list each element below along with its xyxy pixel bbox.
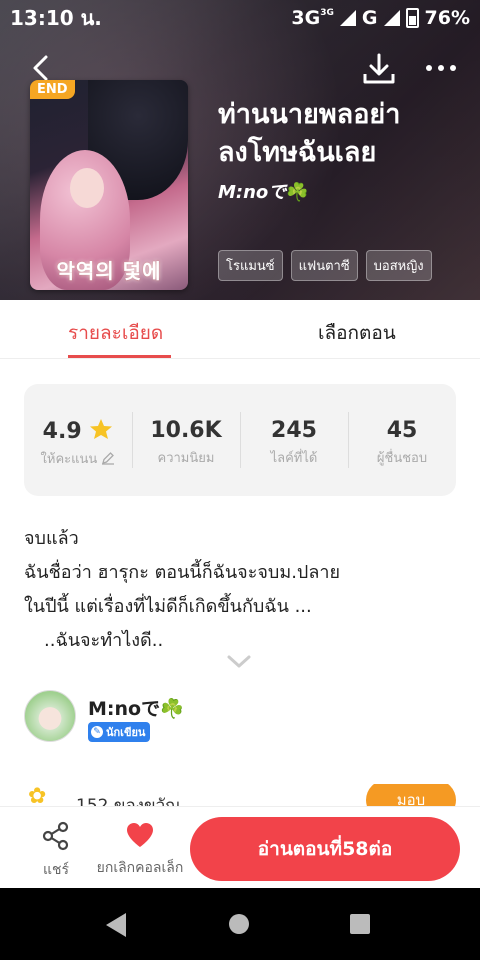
status-bar: 13:10 น. 3G 3G G 76% (0, 0, 480, 36)
uncollect-label: ยกเลิกคอลเล็ก (96, 860, 184, 876)
nav-back-icon[interactable] (106, 913, 126, 937)
signal-icon-2 (383, 10, 400, 26)
tab-bar: รายละเอียด เลือกตอน (0, 300, 480, 359)
pencil-icon (102, 452, 115, 465)
stat-fans-label: ผู้ชื่นชอบ (376, 451, 428, 466)
gift-button[interactable]: มอบ (366, 784, 456, 806)
synopsis-line: จบแล้ว (24, 528, 79, 549)
battery-level: 76% (424, 7, 470, 29)
battery-icon (405, 8, 419, 28)
rating-label: ให้คะแนน (40, 452, 98, 467)
share-button[interactable]: แชร์ (26, 821, 86, 881)
cover-art-face (70, 168, 104, 208)
book-title-line2: ลงโทษฉันเลย (218, 137, 377, 168)
status-icons: 3G 3G G 76% (291, 7, 470, 29)
book-author[interactable]: M:noで☘️ (218, 178, 309, 204)
share-label: แชร์ (42, 862, 70, 878)
author-row-name: M:noで☘️ (88, 694, 184, 721)
stat-likes-label: ไลค์ที่ได้ (270, 451, 318, 466)
tab-episodes[interactable]: เลือกตอน (318, 318, 396, 348)
rating-value: 4.9 (42, 419, 82, 444)
stats-card: 4.9 ให้คะแนน 10.6K ความนิยม 245 ไลค์ที่ไ… (24, 384, 456, 496)
clover-icon: ☘️ (286, 182, 309, 203)
back-arrow-icon[interactable] (28, 54, 56, 82)
system-nav-bar (0, 888, 480, 960)
more-options-icon[interactable] (424, 54, 458, 82)
download-icon[interactable] (362, 52, 396, 86)
gift-count: 152 ของขวัญ (76, 796, 180, 806)
uncollect-button[interactable]: ยกเลิกคอลเล็ก (92, 821, 188, 879)
genre-tags: โรแมนซ์ แฟนตาซี บอสหญิง (218, 250, 432, 281)
heart-icon (127, 823, 153, 847)
nav-recents-icon[interactable] (350, 914, 370, 934)
stat-rating-label: ให้คะแนน (24, 448, 132, 469)
stat-fans: 45 ผู้ชื่นชอบ (348, 384, 456, 496)
avatar[interactable] (24, 690, 76, 742)
tag-female-boss[interactable]: บอสหญิง (365, 250, 432, 281)
bottom-action-bar: แชร์ ยกเลิกคอลเล็ก อ่านตอนที่58ต่อ (0, 806, 480, 889)
stat-rating[interactable]: 4.9 ให้คะแนน (24, 384, 132, 496)
synopsis: จบแล้ว ฉันชื่อว่า ฮารุกะ ตอนนี้ก็ฉันจะจบ… (24, 522, 464, 658)
stat-likes-value: 245 (271, 418, 317, 443)
end-badge: END (30, 80, 75, 99)
book-cover: 악역의 덫에 (30, 80, 188, 290)
chevron-down-icon[interactable] (226, 654, 252, 670)
author-name: M:noで (218, 182, 287, 203)
network-label: 3G (291, 7, 321, 29)
book-title-line1: ท่านนายพลอย่า (218, 99, 401, 130)
synopsis-line: ในปีนี้ แต่เรื่องที่ไม่ดีก็เกิดขึ้นกับฉั… (24, 596, 312, 617)
stat-rating-value: 4.9 (24, 418, 132, 444)
stat-fans-value: 45 (386, 418, 418, 443)
network-small-label: 3G (320, 8, 334, 18)
writer-badge: ✎ นักเขียน (88, 722, 151, 742)
cover-title: 악역의 덫에 (56, 259, 162, 283)
stat-popularity-label: ความนิยม (157, 451, 215, 466)
writer-badge-label: นักเขียน (106, 726, 146, 739)
tag-romance[interactable]: โรแมนซ์ (218, 250, 283, 281)
status-time: 13:10 น. (10, 6, 102, 30)
author-row[interactable]: M:noで☘️ ✎ นักเขียน (24, 690, 464, 742)
tab-details[interactable]: รายละเอียด (68, 318, 163, 348)
tag-fantasy[interactable]: แฟนตาซี (290, 250, 358, 281)
network2-label: G (361, 7, 378, 29)
author-row-name-text: M:noで (88, 698, 161, 720)
writer-badge-icon: ✎ (91, 726, 103, 738)
book-title: ท่านนายพลอย่า ลงโทษฉันเลย (218, 96, 458, 172)
active-tab-indicator (68, 355, 171, 358)
synopsis-line: ..ฉันจะทำไงดี.. (44, 630, 164, 651)
star-icon (90, 419, 113, 439)
stat-popularity-value: 10.6K (150, 418, 222, 443)
signal-icon (339, 10, 356, 26)
stat-likes: 245 ไลค์ที่ได้ (240, 384, 348, 496)
synopsis-line: ฉันชื่อว่า ฮารุกะ ตอนนี้ก็ฉันจะจบม.ปลาย (24, 562, 341, 583)
share-icon (42, 821, 69, 851)
stat-popularity: 10.6K ความนิยม (132, 384, 240, 496)
flower-icon: ✿ (28, 784, 47, 807)
gift-row: ✿ 152 ของขวัญ มอบ (24, 784, 464, 806)
continue-reading-button[interactable]: อ่านตอนที่58ต่อ (190, 817, 460, 881)
nav-home-icon[interactable] (229, 914, 249, 934)
clover-icon: ☘️ (160, 698, 184, 720)
